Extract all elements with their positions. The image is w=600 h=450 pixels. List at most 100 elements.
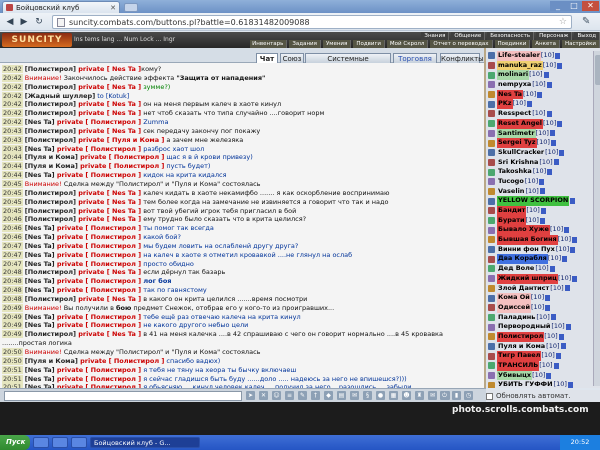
sword-icon[interactable]: †	[311, 391, 320, 400]
chat-sender[interactable]: [Nes Ta]	[25, 145, 55, 153]
chat-icon[interactable]: ✉	[350, 391, 359, 400]
window-minimize-button[interactable]: _	[550, 1, 566, 11]
player-row[interactable]: Кома Ой [10]	[488, 293, 592, 303]
player-row[interactable]: YELLOW SCORPION	[488, 196, 592, 207]
sub-menu-item[interactable]: Подвиги	[353, 40, 385, 48]
player-row[interactable]: Убивыцх [10]	[488, 370, 592, 381]
chat-sender[interactable]: [Пуля и Кома]	[25, 357, 78, 365]
taskbar-item[interactable]	[52, 437, 68, 448]
online-list-scrollbar[interactable]	[593, 51, 600, 386]
chat-sender[interactable]: [Nes Ta]	[25, 233, 55, 241]
auto-refresh-checkbox[interactable]	[486, 392, 493, 400]
chat-sender[interactable]: [Полистирол]	[25, 109, 76, 117]
player-info-icon[interactable]	[572, 275, 578, 282]
sub-menu-item[interactable]: Отчет о переводах	[430, 40, 493, 48]
window-maximize-button[interactable]: □	[566, 1, 582, 11]
player-row[interactable]: Бурати [10]	[488, 215, 592, 226]
player-row[interactable]: Sri Krishna [10]	[488, 158, 592, 168]
player-row[interactable]: Злой Дантист [10]	[488, 284, 592, 294]
chat-private-recipient[interactable]: private [ Полистирол ]	[55, 242, 141, 250]
player-info-icon[interactable]	[555, 353, 561, 360]
player-info-icon[interactable]	[572, 236, 578, 243]
player-row[interactable]: Дед Воле [10]	[488, 264, 592, 274]
player-row[interactable]: Santimetr [10]	[488, 128, 592, 139]
chat-private-recipient[interactable]: private [ Полистирол ]	[55, 224, 141, 232]
chat-sender[interactable]: [Nes Ta]	[25, 286, 55, 294]
player-info-icon[interactable]	[557, 62, 563, 69]
chat-sender[interactable]: [Пуля и Кома]	[25, 162, 78, 170]
player-row[interactable]: Reset Angel [10]	[488, 118, 592, 129]
chat-sender[interactable]: [Полистирол]	[25, 136, 76, 144]
player-row[interactable]: Первородный [10]	[488, 322, 592, 332]
chat-private-recipient[interactable]: private [ Nes Ta ]	[76, 83, 141, 91]
player-row[interactable]: Бывшая Богиня [10]	[488, 235, 592, 245]
chat-private-recipient[interactable]: private [ Nes Ta ]	[76, 127, 141, 135]
chat-tab[interactable]: Чат	[256, 53, 278, 63]
player-name[interactable]: Бывшая Богиня	[497, 235, 558, 245]
player-name[interactable]: Sri Krishna	[497, 158, 539, 168]
top-menu-item[interactable]: Общение	[451, 32, 486, 40]
player-name[interactable]: Бандит	[497, 206, 527, 216]
chat-tab[interactable]: Конфликты	[440, 53, 484, 63]
player-name[interactable]: Nes Ta	[497, 89, 523, 100]
player-info-icon[interactable]	[546, 81, 552, 88]
chat-private-recipient[interactable]: private [ Полистирол ]	[55, 321, 141, 329]
chat-private-recipient[interactable]: private [ Полистирол ]	[55, 277, 141, 285]
chat-sender[interactable]: [Жадный шуллер]	[25, 92, 95, 100]
player-row[interactable]: Пуля и Кома [10]	[488, 342, 592, 352]
player-name[interactable]: Resspect	[497, 109, 532, 119]
sub-menu-item[interactable]: Инвентарь	[250, 40, 288, 48]
player-row[interactable]: Takoshka [10]	[488, 167, 592, 177]
player-name[interactable]: Пуля и Кома	[497, 342, 546, 352]
player-name[interactable]: Винни фон Пух	[497, 245, 556, 255]
player-row[interactable]: molinari [10]	[488, 70, 592, 81]
chat-sender[interactable]: [Полистирол]	[25, 207, 76, 215]
chat-sender[interactable]: [Полистирол]	[25, 100, 76, 108]
player-name[interactable]: Злой Дантист	[497, 284, 550, 294]
chat-sender[interactable]: [Nes Ta]	[25, 277, 55, 285]
player-name[interactable]: Убивыцх	[497, 370, 533, 381]
chat-private-recipient[interactable]: private [ Nes Ta ]	[76, 189, 141, 197]
player-name[interactable]: Tucogo	[497, 177, 525, 187]
chat-private-recipient[interactable]: private [ Nes Ta ]	[76, 215, 141, 223]
filter-icon[interactable]: ≡	[285, 391, 294, 400]
chat-sender[interactable]: [Nes Ta]	[25, 171, 55, 179]
chat-private-recipient[interactable]: private [ Полистирол ]	[55, 145, 141, 153]
player-info-icon[interactable]	[562, 256, 568, 263]
player-info-icon[interactable]	[526, 101, 532, 108]
taskbar-item[interactable]	[33, 437, 49, 448]
player-row[interactable]: Одиссей [10]	[488, 302, 592, 313]
player-row[interactable]: PKz [10]	[488, 99, 592, 110]
player-row[interactable]: Паладинь [10]	[488, 313, 592, 323]
chat-private-recipient[interactable]: private [ Полистирол ]	[55, 286, 141, 294]
chat-sender[interactable]: [Полистирол]	[25, 215, 76, 223]
tab-close-icon[interactable]: ✕	[110, 4, 116, 12]
player-row[interactable]: Sergei Tyz [10]	[488, 138, 592, 148]
sub-menu-item[interactable]: Настройки	[561, 40, 600, 48]
player-row[interactable]: Жидкий шприц [10]	[488, 273, 592, 284]
player-row[interactable]: ТРАНСИЛЬ [10]	[488, 361, 592, 371]
chat-sender[interactable]: [Пуля и Кома]	[25, 153, 78, 161]
player-row[interactable]: Полистирол [10]	[488, 331, 592, 342]
chat-private-recipient[interactable]: private [ Nes Ta ]	[76, 100, 141, 108]
top-menu-item[interactable]: Безопасность	[487, 32, 535, 40]
back-arrow-icon[interactable]: ◀	[4, 16, 16, 28]
chat-sender[interactable]: [Полистирол]	[25, 295, 76, 303]
player-name[interactable]: Vaselin	[497, 187, 525, 197]
chat-private-recipient[interactable]: private [ Nes Ta ]	[76, 109, 141, 117]
chat-private-recipient[interactable]: private [ Nes Ta ]	[76, 198, 141, 206]
player-row[interactable]: Тигр Павел [10]	[488, 351, 592, 362]
player-name[interactable]: PKz	[497, 99, 513, 110]
player-info-icon[interactable]	[540, 207, 546, 214]
player-info-icon[interactable]	[545, 304, 551, 311]
chat-private-recipient[interactable]: private [ Полистирол ]	[78, 153, 164, 161]
player-row[interactable]: Два Корабля [10]	[488, 254, 592, 265]
player-name[interactable]: Бурати	[497, 215, 526, 226]
player-info-icon[interactable]	[549, 130, 555, 137]
chat-private-recipient[interactable]: private [ Пуля и Кома ]	[76, 136, 164, 144]
player-name[interactable]: Тигр Павел	[497, 351, 542, 362]
player-name[interactable]: manuka_raz	[497, 60, 543, 71]
player-info-icon[interactable]	[553, 362, 559, 369]
taskbar-item[interactable]	[71, 437, 87, 448]
player-name[interactable]: Дед Воле	[497, 264, 535, 274]
